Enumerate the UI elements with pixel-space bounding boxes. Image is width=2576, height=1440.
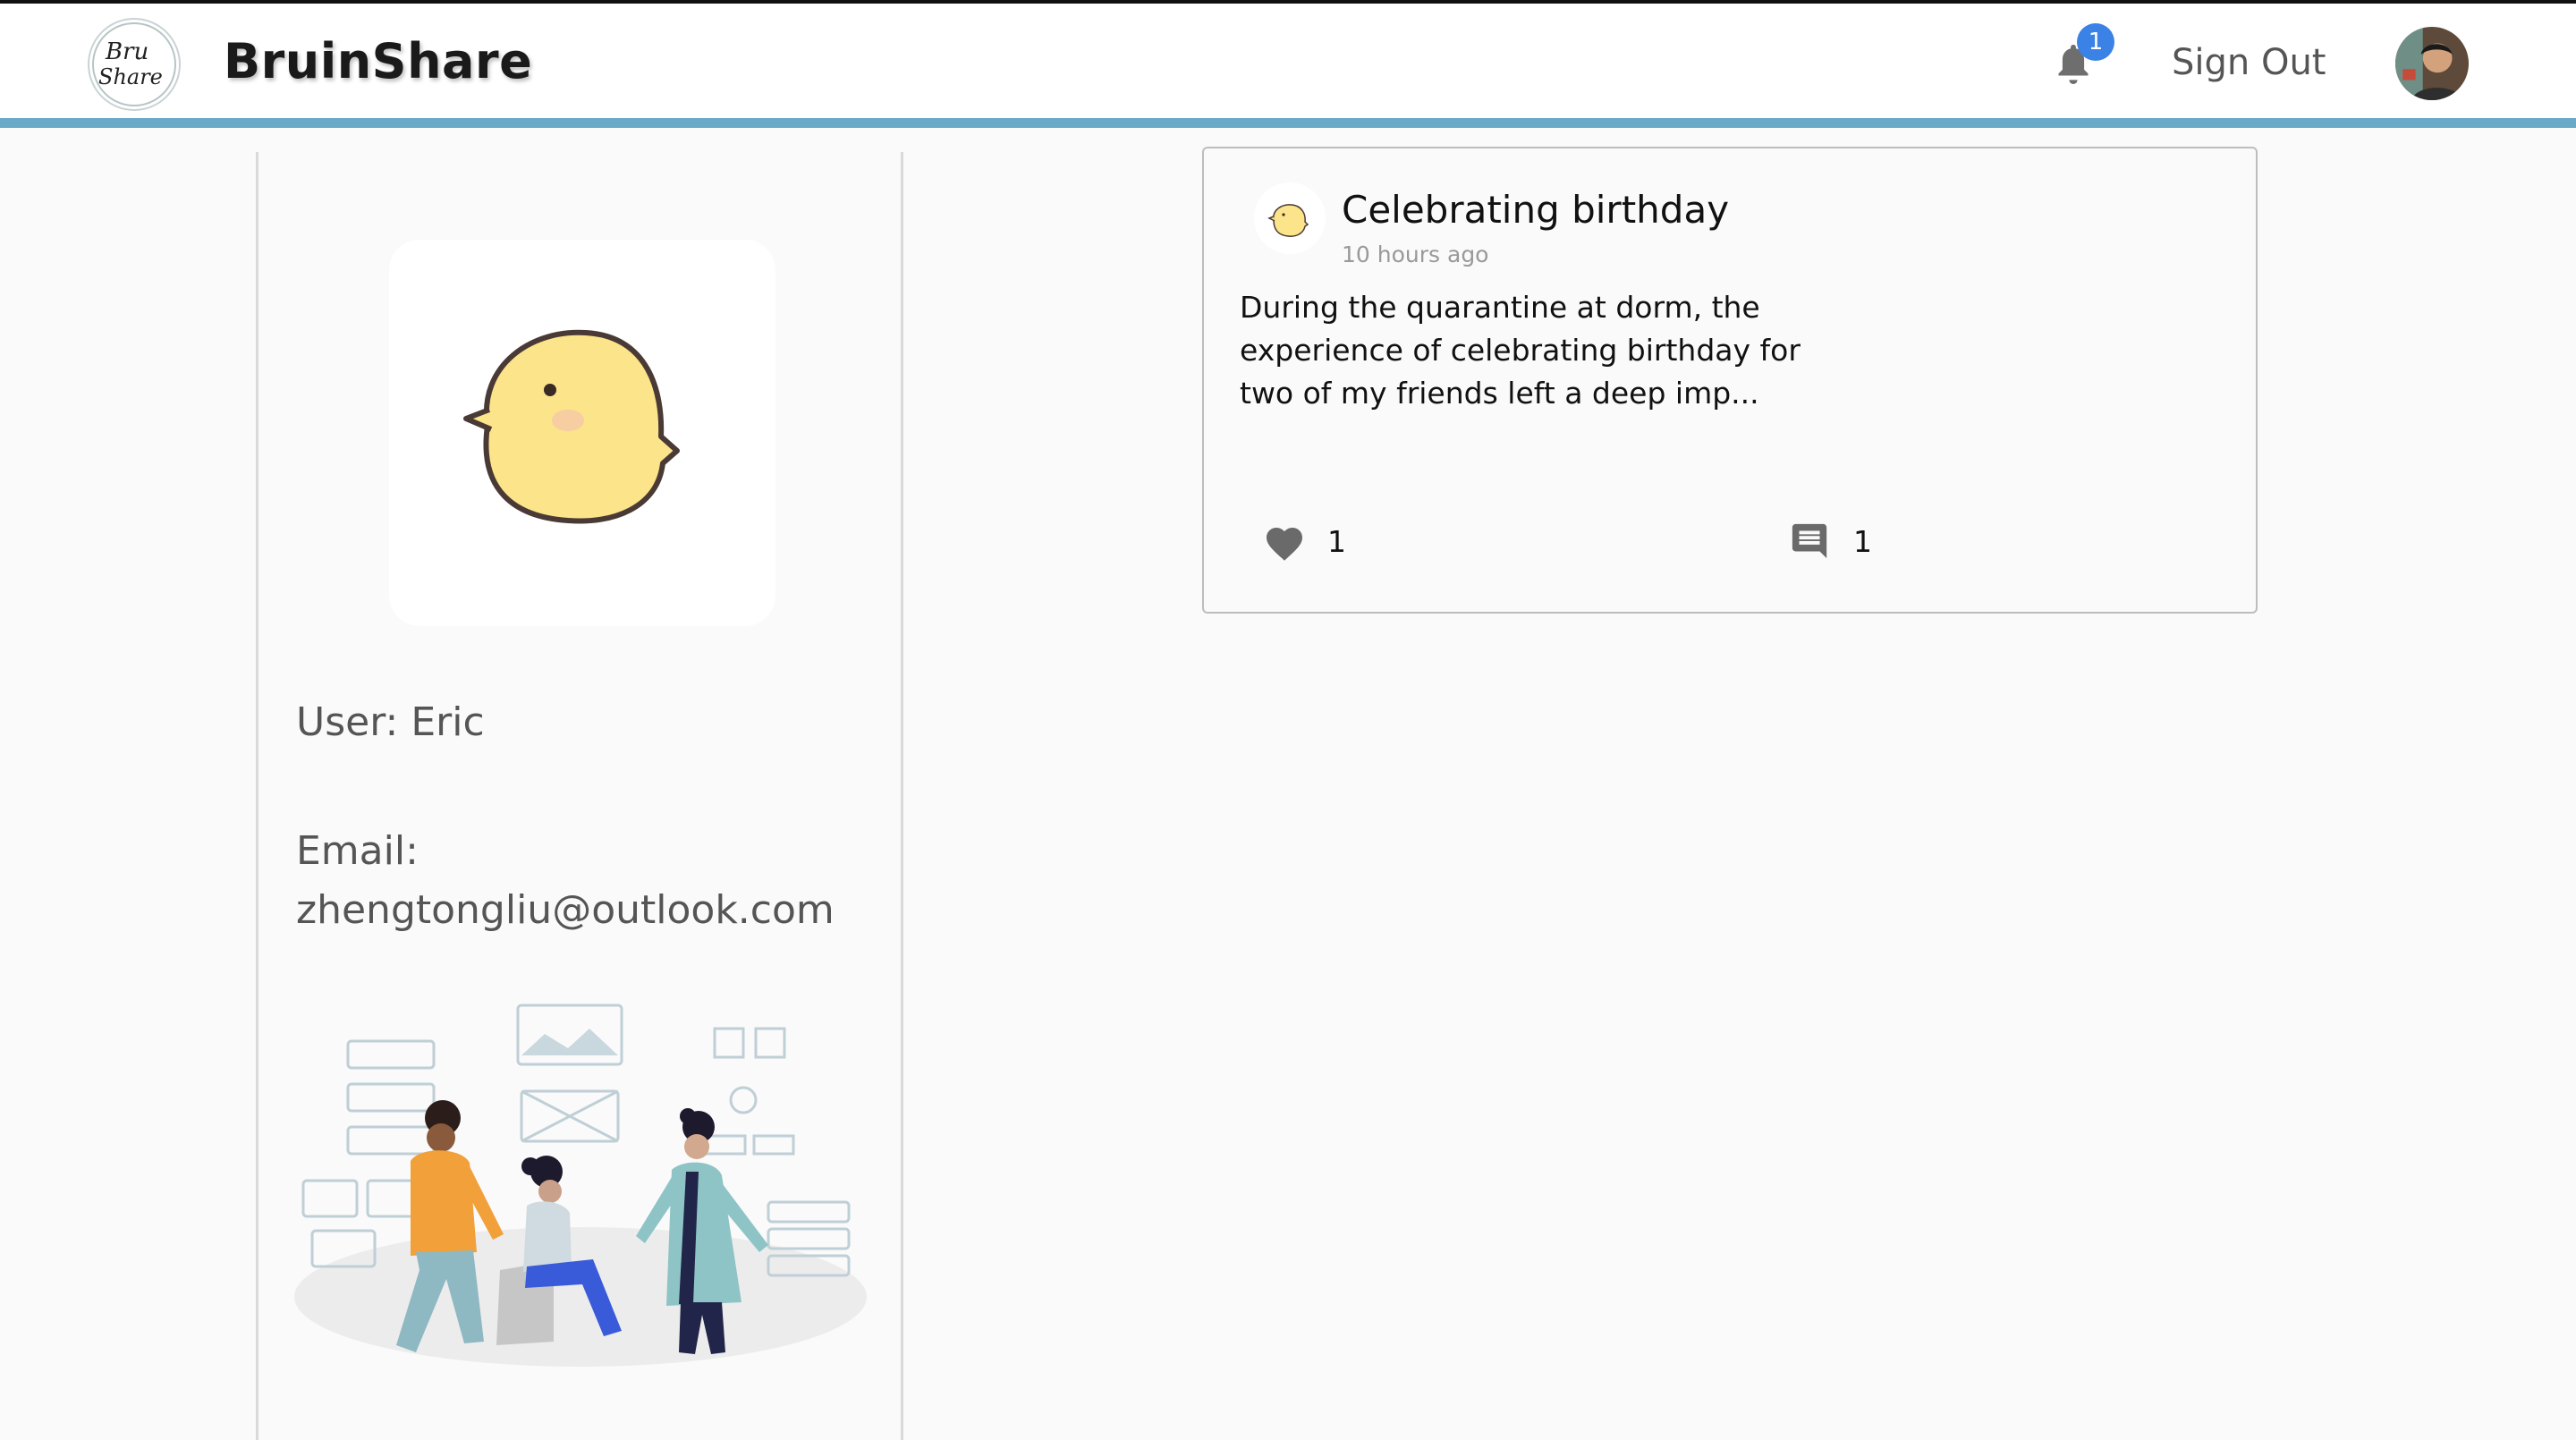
post-title[interactable]: Celebrating birthday [1342, 188, 1729, 232]
comment-icon[interactable] [1789, 521, 1830, 562]
brand-name[interactable]: BruinShare [224, 32, 532, 91]
svg-text:Bru: Bru [105, 38, 148, 65]
sign-out-button[interactable]: Sign Out [2172, 38, 2326, 88]
comment-count: 1 [1853, 524, 1872, 559]
profile-avatar [389, 240, 775, 626]
profile-email-value: zhengtongliu@outlook.com [296, 887, 835, 933]
post-timestamp: 10 hours ago [1342, 241, 1489, 267]
chick-icon [1254, 182, 1326, 254]
svg-text:Share: Share [98, 64, 163, 89]
brand-logo[interactable]: Bru Share [88, 18, 181, 111]
chick-icon [463, 329, 680, 524]
logo-icon: Bru Share [91, 21, 177, 107]
heart-icon[interactable] [1263, 522, 1306, 562]
team-illustration [285, 1002, 876, 1377]
profile-email-label: Email: [296, 828, 419, 874]
notification-badge: 1 [2077, 23, 2114, 61]
like-count: 1 [1327, 524, 1346, 559]
post-author-avatar [1254, 182, 1326, 254]
header-accent-bar [0, 118, 2576, 128]
post-excerpt: During the quarantine at dorm, the exper… [1240, 290, 1801, 411]
profile-username: User: Eric [296, 699, 485, 745]
user-avatar[interactable] [2395, 27, 2469, 100]
profile-panel: User: Eric Email: zhengtongliu@outlook.c… [256, 152, 903, 1440]
post-card[interactable]: Celebrating birthday 10 hours ago During… [1202, 147, 2258, 614]
top-navbar: Bru Share BruinShare 1 Sign Out [0, 4, 2576, 118]
